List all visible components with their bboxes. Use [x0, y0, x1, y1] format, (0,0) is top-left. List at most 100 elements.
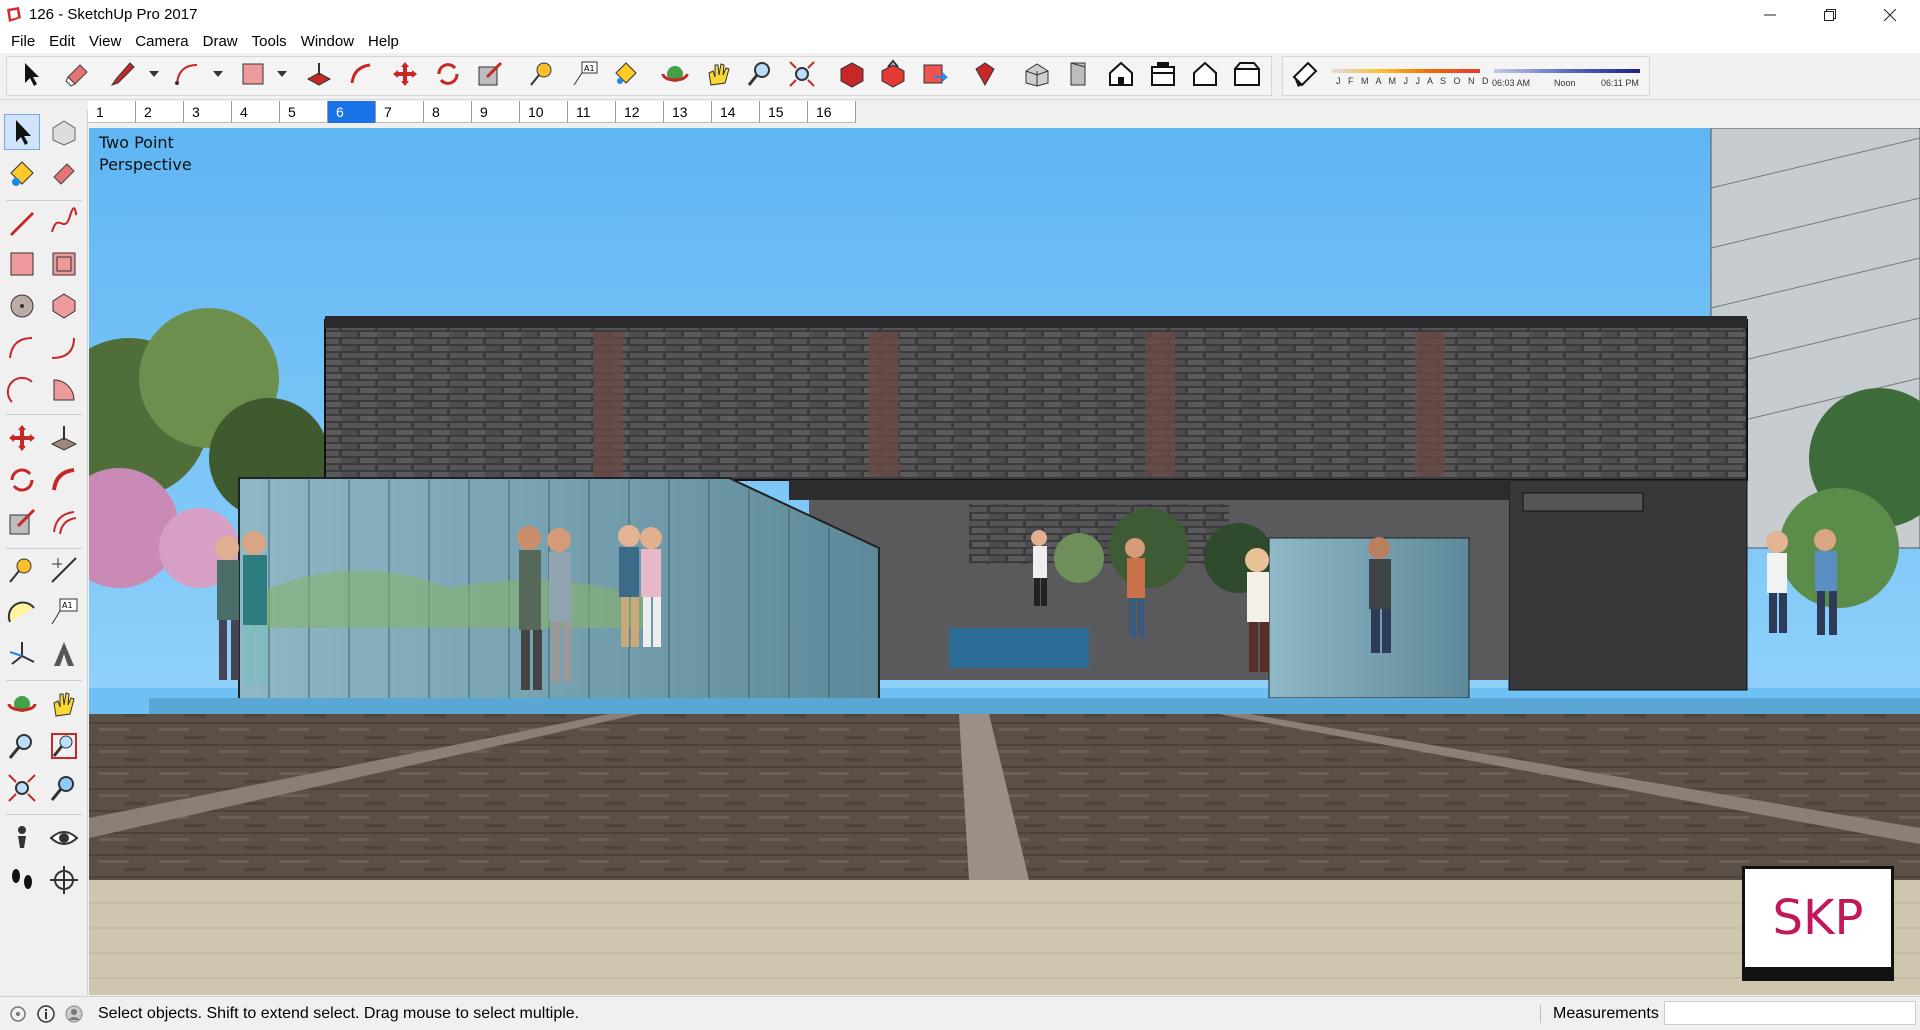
- orbit-icon[interactable]: [6, 688, 38, 720]
- scene-tab-5[interactable]: 5: [280, 101, 328, 123]
- rectangle-icon[interactable]: [6, 248, 38, 280]
- section-plane-icon[interactable]: [48, 864, 80, 896]
- 3d-warehouse-icon[interactable]: [837, 59, 867, 89]
- follow-me-icon[interactable]: [346, 59, 376, 89]
- scene-tab-12[interactable]: 12: [616, 101, 664, 123]
- protractor-icon[interactable]: [6, 596, 38, 628]
- arc-icon[interactable]: [173, 59, 203, 89]
- scene-tab-8[interactable]: 8: [424, 101, 472, 123]
- shadow-toggle-icon[interactable]: [1290, 59, 1320, 89]
- three-point-arc-icon[interactable]: [6, 374, 38, 406]
- time-slider[interactable]: [1494, 69, 1640, 73]
- scale-icon[interactable]: [475, 59, 505, 89]
- scene-tab-1[interactable]: 1: [88, 101, 136, 123]
- 3d-text-icon[interactable]: [48, 638, 80, 670]
- model-viewport[interactable]: Two Point Perspective SKP: [89, 128, 1920, 995]
- line-dropdown-chevron-icon[interactable]: [149, 71, 159, 77]
- scene-tab-9[interactable]: 9: [472, 101, 520, 123]
- pie-icon[interactable]: [48, 374, 80, 406]
- rotated-rectangle-icon[interactable]: [48, 248, 80, 280]
- zoom-extents-icon[interactable]: [787, 59, 817, 89]
- credits-info-icon[interactable]: [36, 1004, 56, 1024]
- arc-icon[interactable]: [6, 332, 38, 364]
- line-icon[interactable]: [6, 206, 38, 238]
- zoom-window-icon[interactable]: [48, 730, 80, 762]
- make-component-icon[interactable]: [48, 116, 80, 148]
- text-label-icon[interactable]: A1: [570, 59, 600, 89]
- follow-me-icon[interactable]: [48, 464, 80, 496]
- left-view-icon[interactable]: [1232, 59, 1262, 89]
- geolocation-icon[interactable]: [8, 1004, 28, 1024]
- move-icon[interactable]: [390, 59, 420, 89]
- two-point-arc-icon[interactable]: [48, 332, 80, 364]
- menu-draw[interactable]: Draw: [196, 33, 245, 50]
- scene-tab-15[interactable]: 15: [760, 101, 808, 123]
- eraser-icon[interactable]: [62, 59, 92, 89]
- position-camera-icon[interactable]: [6, 822, 38, 854]
- menu-view[interactable]: View: [82, 33, 128, 50]
- paint-bucket-icon[interactable]: [610, 59, 640, 89]
- zoom-extents-icon[interactable]: [6, 772, 38, 804]
- scene-tab-13[interactable]: 13: [664, 101, 712, 123]
- polygon-icon[interactable]: [48, 290, 80, 322]
- zoom-icon[interactable]: [6, 730, 38, 762]
- look-around-eye-icon[interactable]: [48, 822, 80, 854]
- text-icon[interactable]: A1: [48, 596, 80, 628]
- month-slider[interactable]: [1332, 69, 1480, 73]
- extension-warehouse-icon[interactable]: [920, 59, 950, 89]
- select-arrow-icon[interactable]: [16, 59, 46, 89]
- tape-measure-icon[interactable]: [6, 554, 38, 586]
- dimension-icon[interactable]: [48, 554, 80, 586]
- scene-tab-10[interactable]: 10: [520, 101, 568, 123]
- rotate-icon[interactable]: [6, 464, 38, 496]
- iso-view-icon[interactable]: [1022, 59, 1052, 89]
- tape-measure-icon[interactable]: [527, 59, 557, 89]
- rotate-icon[interactable]: [433, 59, 463, 89]
- walk-footprints-icon[interactable]: [6, 864, 38, 896]
- push-pull-icon[interactable]: [48, 422, 80, 454]
- pencil-line-icon[interactable]: [108, 59, 138, 89]
- shape-dropdown-chevron-icon[interactable]: [277, 71, 287, 77]
- scene-tab-11[interactable]: 11: [568, 101, 616, 123]
- minimize-button[interactable]: [1740, 0, 1800, 29]
- pan-hand-icon[interactable]: [703, 59, 733, 89]
- orbit-icon[interactable]: [660, 59, 690, 89]
- scene-tab-7[interactable]: 7: [376, 101, 424, 123]
- menu-help[interactable]: Help: [361, 33, 406, 50]
- arc-dropdown-chevron-icon[interactable]: [213, 71, 223, 77]
- ruby-console-icon[interactable]: [970, 59, 1000, 89]
- paint-bucket-icon[interactable]: [6, 158, 38, 190]
- previous-view-icon[interactable]: [48, 772, 80, 804]
- axes-icon[interactable]: [6, 638, 38, 670]
- push-pull-icon[interactable]: [304, 59, 334, 89]
- select-icon[interactable]: [6, 116, 38, 148]
- move-icon[interactable]: [6, 422, 38, 454]
- scene-tab-6[interactable]: 6: [328, 101, 376, 123]
- user-account-icon[interactable]: [64, 1004, 84, 1024]
- back-view-icon[interactable]: [1190, 59, 1220, 89]
- front-view-icon[interactable]: [1106, 59, 1136, 89]
- scene-tab-2[interactable]: 2: [136, 101, 184, 123]
- scene-tab-4[interactable]: 4: [232, 101, 280, 123]
- scene-tab-16[interactable]: 16: [808, 101, 856, 123]
- eraser-icon[interactable]: [48, 158, 80, 190]
- restore-button[interactable]: [1800, 0, 1860, 29]
- menu-window[interactable]: Window: [294, 33, 361, 50]
- scene-tab-3[interactable]: 3: [184, 101, 232, 123]
- share-model-icon[interactable]: [878, 59, 908, 89]
- menu-camera[interactable]: Camera: [128, 33, 195, 50]
- close-button[interactable]: [1860, 0, 1920, 29]
- menu-tools[interactable]: Tools: [245, 33, 294, 50]
- measurements-input[interactable]: [1664, 1001, 1916, 1025]
- freehand-icon[interactable]: [48, 206, 80, 238]
- menu-file[interactable]: File: [4, 33, 42, 50]
- circle-icon[interactable]: [6, 290, 38, 322]
- scale-icon[interactable]: [6, 506, 38, 538]
- top-view-icon[interactable]: [1064, 59, 1094, 89]
- pan-icon[interactable]: [48, 688, 80, 720]
- right-view-icon[interactable]: [1148, 59, 1178, 89]
- scene-tab-14[interactable]: 14: [712, 101, 760, 123]
- offset-icon[interactable]: [48, 506, 80, 538]
- rectangle-icon[interactable]: [238, 59, 268, 89]
- zoom-icon[interactable]: [745, 59, 775, 89]
